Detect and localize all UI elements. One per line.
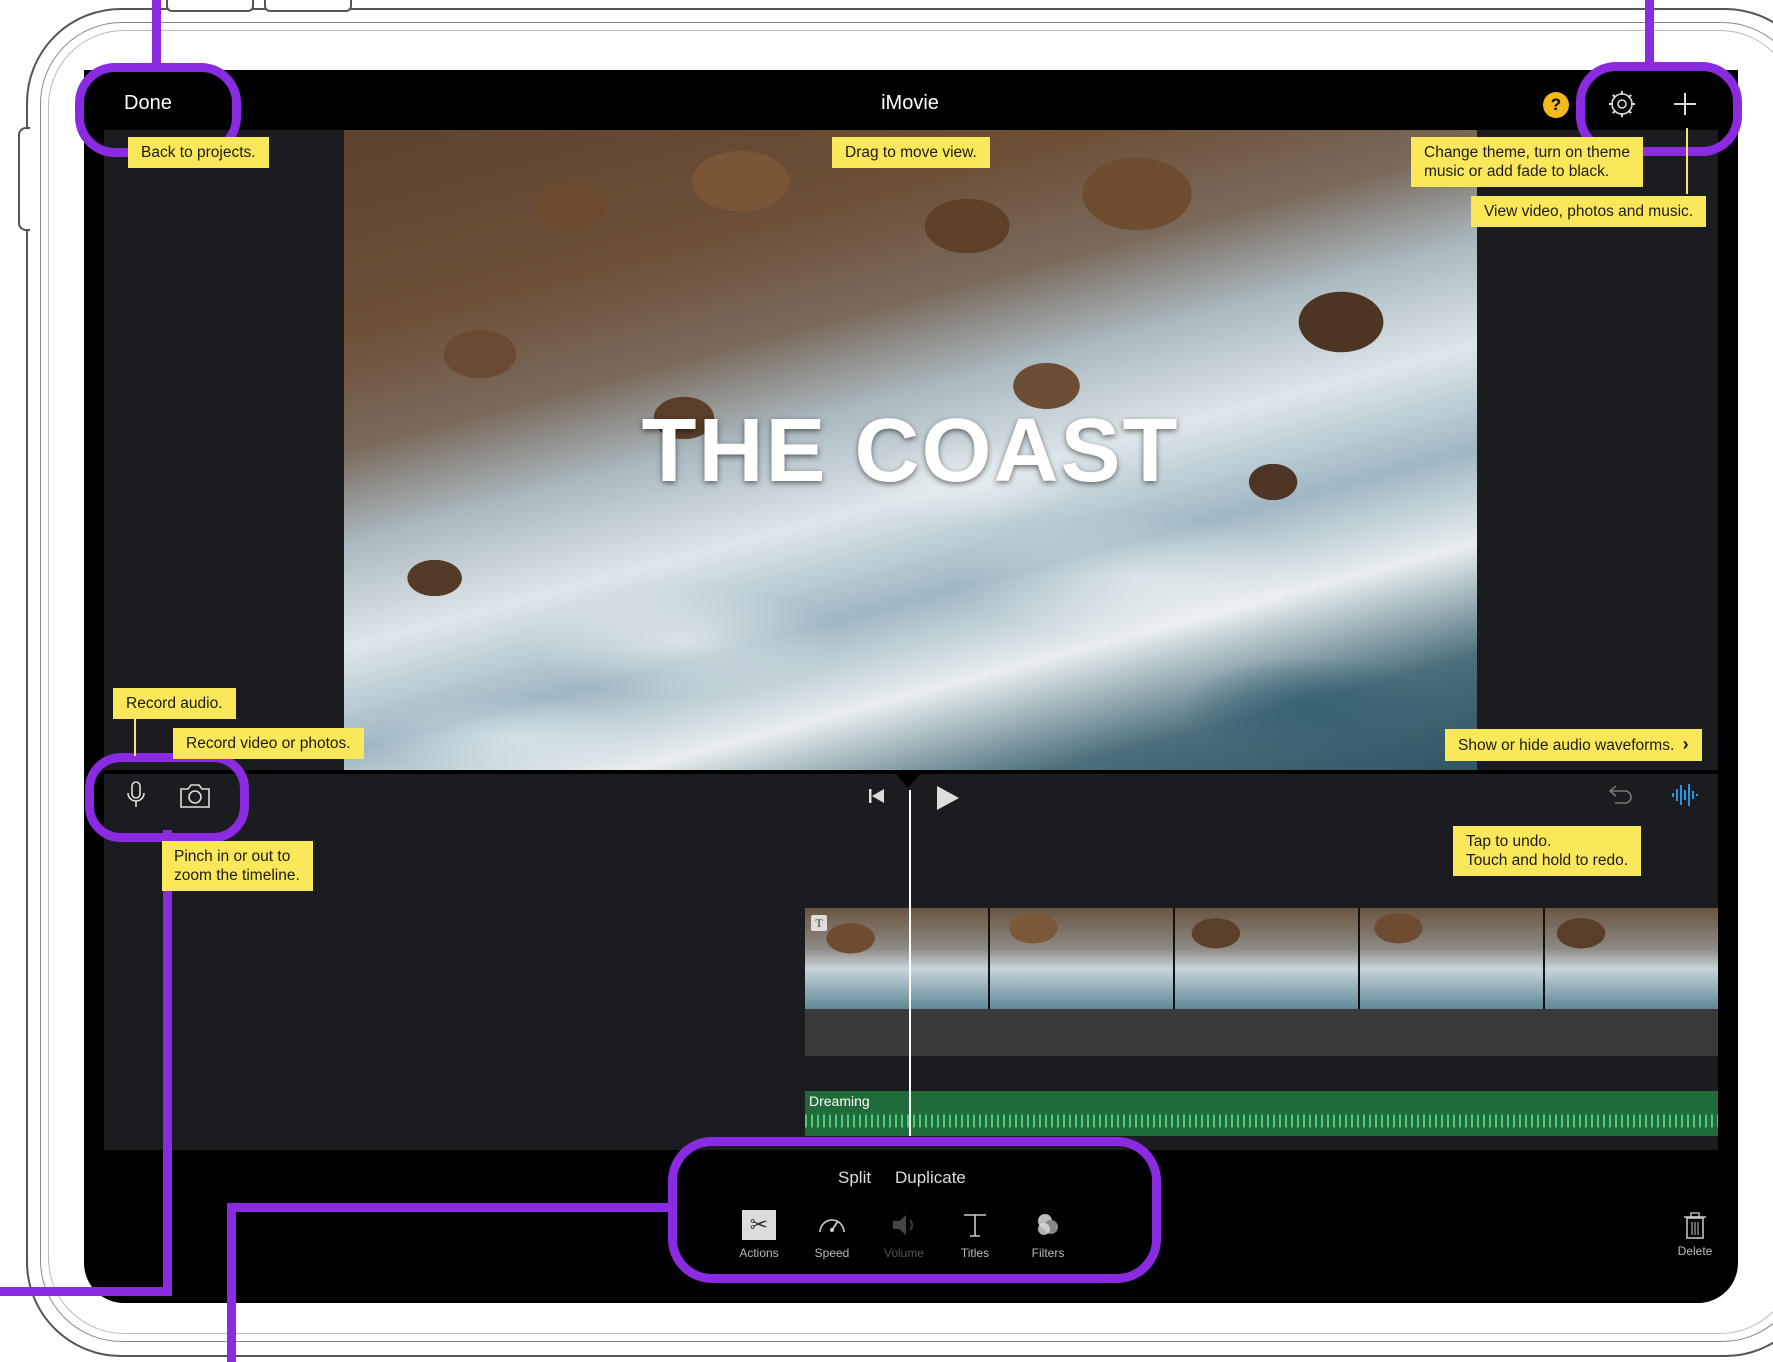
record-callout-ring xyxy=(85,753,249,842)
done-callout-line xyxy=(152,0,161,66)
tip-change-theme-line1: Change theme, turn on theme xyxy=(1424,144,1630,161)
settings-callout-line xyxy=(1645,0,1654,66)
trash-icon xyxy=(1684,1212,1706,1239)
tip-pinch-zoom: Pinch in or out to zoom the timeline. xyxy=(162,841,313,891)
audio-clip[interactable]: Dreaming xyxy=(805,1091,1718,1136)
record-callout-line-vertical xyxy=(163,830,172,1295)
side-hardware-button xyxy=(18,127,30,231)
video-title-overlay: THE COAST xyxy=(641,401,1180,501)
video-preview[interactable]: THE COAST xyxy=(344,130,1477,770)
tip-drag-to-move: Drag to move view. xyxy=(832,137,990,168)
toolbar-callout-ring xyxy=(668,1137,1161,1283)
playhead-line[interactable] xyxy=(909,790,911,1136)
help-icon[interactable]: ? xyxy=(1543,92,1569,118)
video-clip-strip[interactable] xyxy=(805,908,1718,1009)
audio-waveform-icon[interactable] xyxy=(1670,782,1700,808)
tip-pinch-line1: Pinch in or out to xyxy=(174,848,291,865)
clip-lower-track xyxy=(805,1009,1718,1056)
tip-pinch-line2: zoom the timeline. xyxy=(174,867,300,884)
undo-icon[interactable] xyxy=(1607,782,1635,808)
tip-record-audio: Record audio. xyxy=(113,688,236,719)
skip-to-start-icon[interactable] xyxy=(866,786,888,806)
delete-button[interactable]: Delete xyxy=(1660,1210,1730,1258)
play-icon[interactable] xyxy=(933,783,961,813)
audio-waveform xyxy=(805,1110,1718,1132)
record-callout-line-horizontal xyxy=(0,1287,172,1296)
toolbar-callout-line-horizontal xyxy=(227,1203,673,1212)
volume-down-hardware-button xyxy=(264,0,352,12)
tip-view-media: View video, photos and music. xyxy=(1471,196,1707,227)
volume-up-hardware-button xyxy=(166,0,254,12)
playhead-marker xyxy=(896,774,920,788)
audio-clip-name: Dreaming xyxy=(809,1093,870,1109)
tip-change-theme: Change theme, turn on theme music or add… xyxy=(1411,137,1643,187)
tip-undo-line2: Touch and hold to redo. xyxy=(1466,852,1629,869)
chevron-right-icon: › xyxy=(1682,734,1689,754)
tip-record-video: Record video or photos. xyxy=(173,728,364,759)
tip-waveforms-text: Show or hide audio waveforms. xyxy=(1458,737,1675,754)
tip-undo-line1: Tap to undo. xyxy=(1466,833,1552,850)
tip-change-theme-line2: music or add fade to black. xyxy=(1424,163,1610,180)
toolbar-callout-line-vertical xyxy=(227,1203,236,1362)
tip-media-stem xyxy=(1686,128,1688,194)
tip-undo: Tap to undo. Touch and hold to redo. xyxy=(1453,826,1642,876)
clip-title-badge: T xyxy=(811,915,827,931)
tip-record-audio-stem xyxy=(134,716,136,756)
delete-label: Delete xyxy=(1677,1244,1713,1258)
tip-waveforms: Show or hide audio waveforms. › xyxy=(1445,729,1702,761)
tip-back-to-projects: Back to projects. xyxy=(128,137,269,168)
app-title: iMovie xyxy=(881,92,939,114)
